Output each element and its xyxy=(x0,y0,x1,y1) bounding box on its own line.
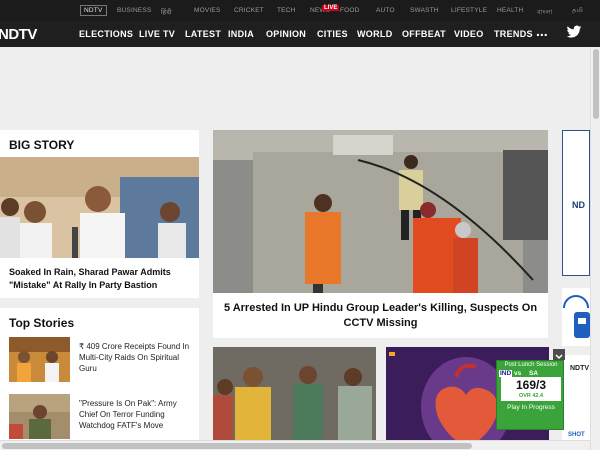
network-link-food[interactable]: FOOD xyxy=(340,7,360,14)
top-network-bar: NDTV BUSINESS हिंदी MOVIES CRICKET TECH … xyxy=(0,0,600,21)
main-nav: NDTV ELECTIONS LIVE TV LATEST INDIA OPIN… xyxy=(0,21,600,47)
twitter-icon[interactable] xyxy=(566,24,582,45)
nav-link-offbeat[interactable]: OFFBEAT xyxy=(402,29,446,39)
cricket-score-widget[interactable]: Post Lunch Session IND vs SA 169/3 OVR 4… xyxy=(496,360,564,430)
big-story-card[interactable]: BIG STORY Soaked In Rain, Sharad Pawar A… xyxy=(0,130,199,298)
play-status: Play In Progress xyxy=(507,404,555,411)
scrollbar-thumb[interactable] xyxy=(2,443,472,449)
rail-shot-label[interactable]: SHOT xyxy=(568,432,585,438)
score-value: 169/3 xyxy=(515,378,547,392)
widget-collapse-button[interactable] xyxy=(553,349,565,360)
live-badge[interactable]: LIVE xyxy=(322,5,340,11)
rail-ad-text: ND xyxy=(572,200,585,210)
vs-label: vs xyxy=(514,370,522,377)
story-headline[interactable]: "Pressure Is On Pak": Army Chief On Terr… xyxy=(79,398,194,431)
big-story-heading: BIG STORY xyxy=(9,138,75,152)
overs-value: OVR 42.4 xyxy=(518,393,544,399)
network-link-tech[interactable]: TECH xyxy=(277,7,296,14)
story-category-tag xyxy=(389,352,395,356)
team-b: SA xyxy=(529,370,539,377)
hero-story-image[interactable] xyxy=(213,130,548,293)
team-a: IND xyxy=(499,370,513,377)
horizontal-scrollbar[interactable] xyxy=(0,440,590,450)
network-link-swasth[interactable]: SWASTH xyxy=(410,7,439,14)
chevron-down-icon xyxy=(555,354,563,360)
network-link-tamil[interactable]: தமி xyxy=(572,7,583,15)
nav-link-india[interactable]: INDIA xyxy=(228,29,254,39)
right-rail-ndtv-box[interactable]: NDTV SHOT xyxy=(562,355,590,440)
list-item[interactable]: ₹ 409 Crore Receipts Found In Multi-City… xyxy=(9,337,194,383)
nav-link-elections[interactable]: ELECTIONS xyxy=(79,29,133,39)
story-card-image[interactable] xyxy=(213,347,376,440)
scrollbar-thumb[interactable] xyxy=(593,49,599,119)
rail-ndtv-label: NDTV xyxy=(570,365,590,372)
network-link-business[interactable]: BUSINESS xyxy=(117,7,151,14)
right-rail-promo[interactable] xyxy=(562,288,590,346)
story-headline[interactable]: ₹ 409 Crore Receipts Found In Multi-City… xyxy=(79,341,194,374)
nav-link-video[interactable]: VIDEO xyxy=(454,29,484,39)
network-link-cricket[interactable]: CRICKET xyxy=(234,7,264,14)
network-link-bangla[interactable]: বাংলা xyxy=(537,7,552,18)
story-thumbnail[interactable] xyxy=(9,394,70,439)
network-link-health[interactable]: HEALTH xyxy=(497,7,523,14)
ndtv-logo[interactable]: NDTV xyxy=(0,26,37,43)
nav-link-live-tv[interactable]: LIVE TV xyxy=(139,29,175,39)
right-rail-ad[interactable]: ND xyxy=(562,130,590,276)
network-link-ndtv[interactable]: NDTV xyxy=(80,5,107,16)
nav-link-latest[interactable]: LATEST xyxy=(185,29,221,39)
network-link-auto[interactable]: AUTO xyxy=(376,7,395,14)
network-link-hindi[interactable]: हिंदी xyxy=(161,7,172,16)
nav-link-world[interactable]: WORLD xyxy=(357,29,393,39)
vertical-scrollbar[interactable] xyxy=(590,47,600,450)
story-thumbnail[interactable] xyxy=(9,337,70,382)
network-link-movies[interactable]: MOVIES xyxy=(194,7,220,14)
hero-story-caption[interactable]: 5 Arrested In UP Hindu Group Leader's Ki… xyxy=(221,301,540,331)
big-story-image[interactable] xyxy=(0,157,199,258)
score-box: 169/3 OVR 42.4 xyxy=(501,377,561,401)
hero-story-card[interactable]: 5 Arrested In UP Hindu Group Leader's Ki… xyxy=(213,130,548,338)
list-item[interactable]: "Pressure Is On Pak": Army Chief On Terr… xyxy=(9,394,194,440)
nav-link-opinion[interactable]: OPINION xyxy=(266,29,306,39)
more-menu-button[interactable]: ... xyxy=(536,23,548,39)
nav-link-cities[interactable]: CITIES xyxy=(317,29,348,39)
match-status: Post Lunch Session xyxy=(504,362,558,368)
top-stories-card: Top Stories ₹ 409 Crore Receipts Found I… xyxy=(0,308,199,440)
big-story-caption[interactable]: Soaked In Rain, Sharad Pawar Admits "Mis… xyxy=(9,266,191,292)
top-stories-heading: Top Stories xyxy=(9,316,75,330)
nav-link-trends[interactable]: TRENDS xyxy=(494,29,533,39)
network-link-lifestyle[interactable]: LIFESTYLE xyxy=(451,7,487,14)
